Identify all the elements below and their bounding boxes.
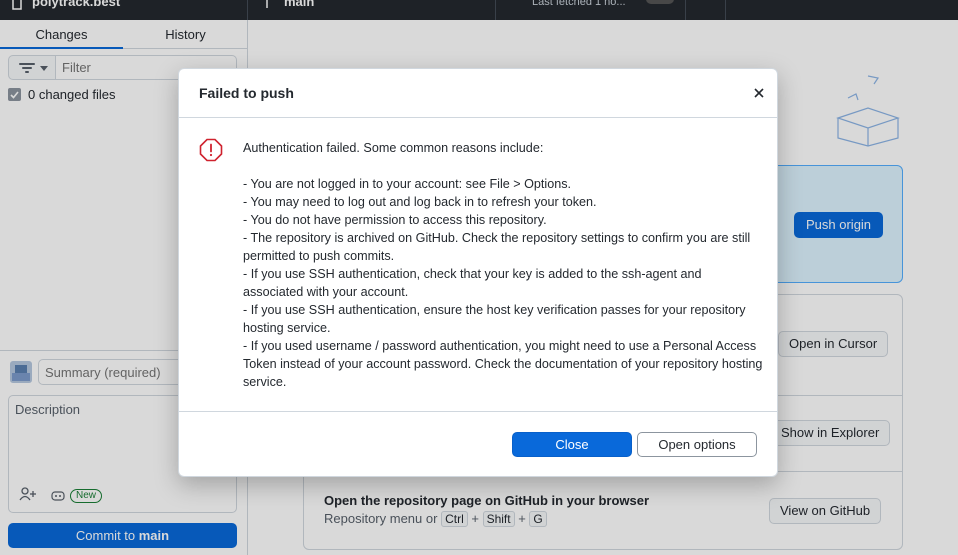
- error-reason: - If you used username / password authen…: [243, 339, 763, 389]
- close-icon[interactable]: [751, 85, 767, 101]
- error-dialog: Failed to push Authentication failed. So…: [178, 68, 778, 477]
- error-icon: [199, 138, 223, 162]
- open-options-button[interactable]: Open options: [637, 432, 757, 457]
- error-message: Authentication failed. Some common reaso…: [243, 139, 763, 391]
- error-reason: - If you use SSH authentication, check t…: [243, 267, 702, 299]
- error-reason: - You may need to log out and log back i…: [243, 195, 597, 209]
- close-button[interactable]: Close: [512, 432, 632, 457]
- dialog-title: Failed to push: [199, 85, 294, 101]
- error-intro: Authentication failed. Some common reaso…: [243, 141, 544, 155]
- error-reason: - You are not logged in to your account:…: [243, 177, 571, 191]
- dialog-header: Failed to push: [179, 69, 777, 118]
- error-reason: - If you use SSH authentication, ensure …: [243, 303, 746, 335]
- dialog-footer: Close Open options: [179, 411, 777, 477]
- error-reason: - The repository is archived on GitHub. …: [243, 231, 751, 263]
- dialog-body: Authentication failed. Some common reaso…: [179, 119, 777, 411]
- error-reason: - You do not have permission to access t…: [243, 213, 547, 227]
